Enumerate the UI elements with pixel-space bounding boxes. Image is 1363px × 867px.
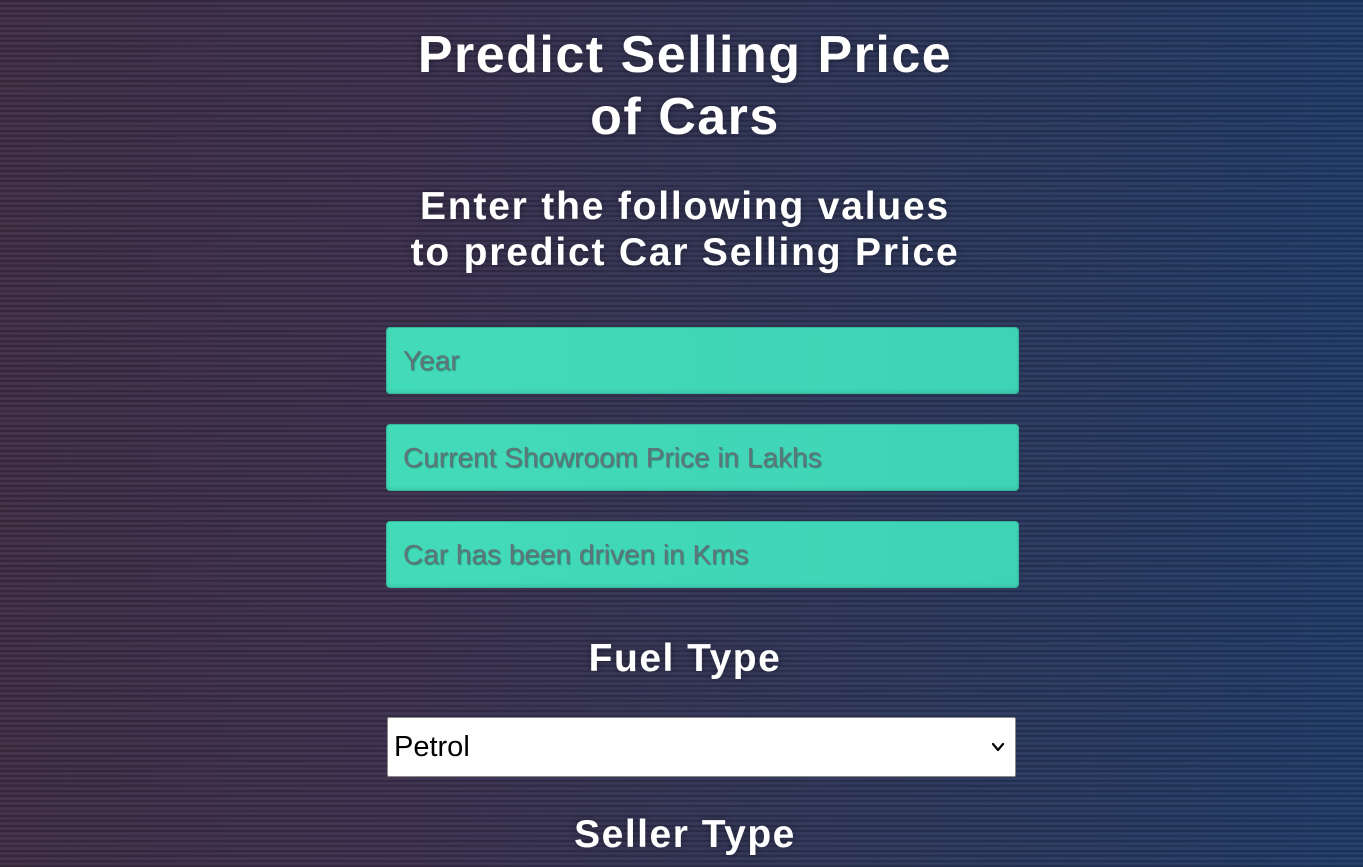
page-subtitle: Enter the following values to predict Ca… — [0, 184, 1363, 276]
seller-type-label: Seller Type — [574, 813, 796, 856]
present-price-input[interactable] — [386, 424, 1019, 491]
fuel-type-select[interactable]: Petrol — [387, 717, 1016, 777]
page-subtitle-line1: Enter the following values — [419, 185, 951, 228]
page-title-line1: Predict Selling Price — [417, 26, 953, 84]
page-subtitle-line2: to predict Car Selling Price — [410, 231, 960, 274]
page: Predict Selling Price of Cars Enter the … — [0, 0, 1363, 867]
chevron-down-icon — [991, 742, 1005, 752]
fuel-type-selected-value: Petrol — [394, 731, 470, 763]
page-title-line2: of Cars — [590, 88, 780, 146]
fuel-type-label: Fuel Type — [588, 637, 782, 680]
year-input[interactable] — [386, 327, 1019, 394]
kms-driven-input[interactable] — [386, 521, 1019, 588]
page-title: Predict Selling Price of Cars — [0, 24, 1363, 148]
